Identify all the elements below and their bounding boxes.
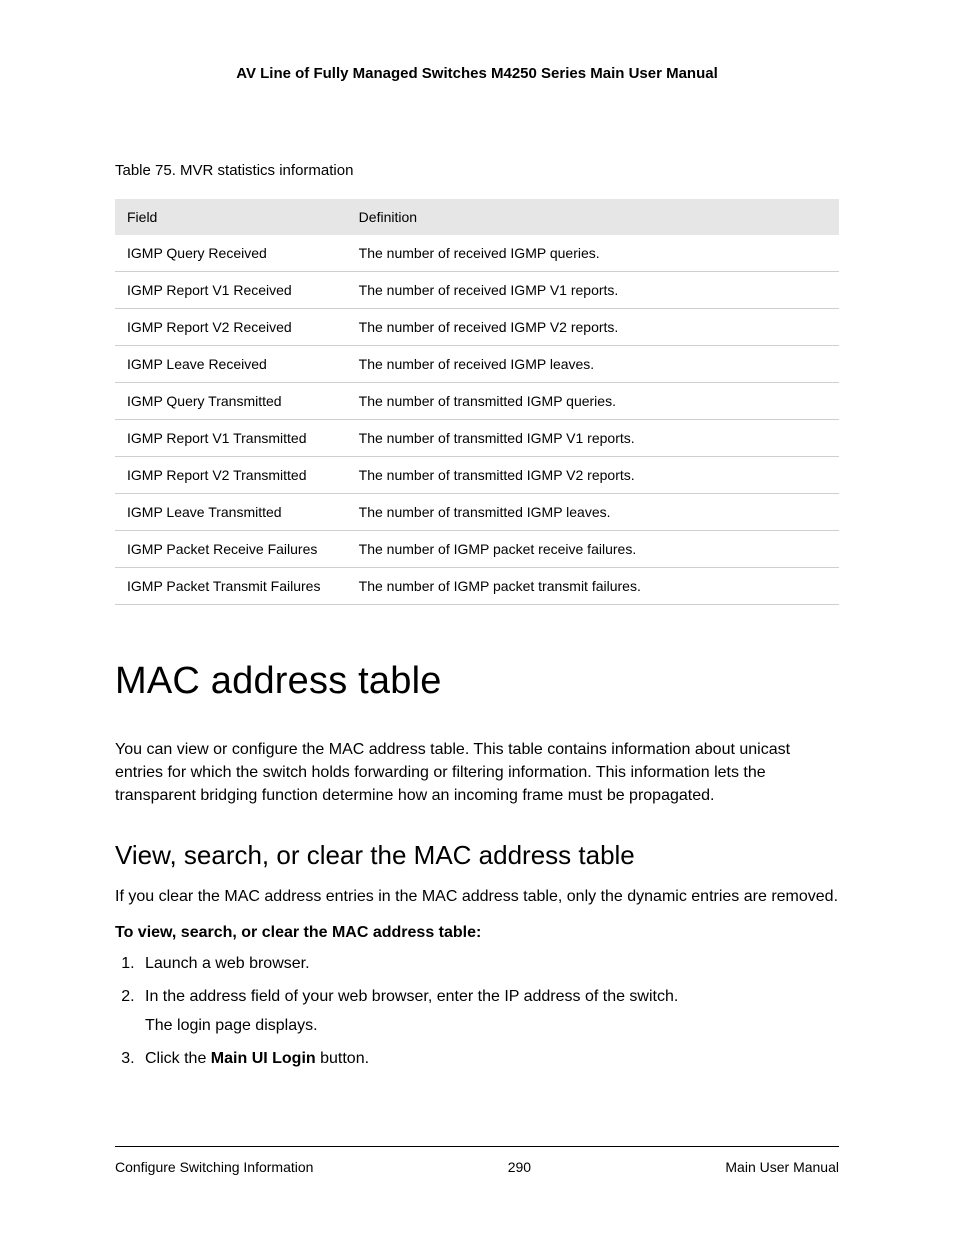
cell-definition: The number of received IGMP queries. [347,235,839,272]
cell-definition: The number of transmitted IGMP V2 report… [347,457,839,494]
table-row: IGMP Leave TransmittedThe number of tran… [115,494,839,531]
table-row: IGMP Report V2 TransmittedThe number of … [115,457,839,494]
step-3-post: button. [316,1050,369,1067]
section-heading: MAC address table [115,660,839,703]
cell-field: IGMP Report V1 Received [115,272,347,309]
table-row: IGMP Packet Transmit FailuresThe number … [115,568,839,605]
subsection-heading: View, search, or clear the MAC address t… [115,840,839,871]
page-footer: Configure Switching Information 290 Main… [115,1146,839,1175]
cell-definition: The number of IGMP packet receive failur… [347,531,839,568]
document-header: AV Line of Fully Managed Switches M4250 … [115,65,839,82]
table-row: IGMP Report V1 ReceivedThe number of rec… [115,272,839,309]
procedure-steps: Launch a web browser. In the address fie… [115,952,839,1071]
table-row: IGMP Report V2 ReceivedThe number of rec… [115,309,839,346]
cell-definition: The number of IGMP packet transmit failu… [347,568,839,605]
cell-definition: The number of received IGMP V1 reports. [347,272,839,309]
table-row: IGMP Query ReceivedThe number of receive… [115,235,839,272]
cell-field: IGMP Report V2 Received [115,309,347,346]
step-2-text: In the address field of your web browser… [145,988,678,1005]
mvr-statistics-table: Field Definition IGMP Query ReceivedThe … [115,199,839,605]
cell-field: IGMP Packet Receive Failures [115,531,347,568]
cell-definition: The number of received IGMP V2 reports. [347,309,839,346]
table-caption: Table 75. MVR statistics information [115,162,839,179]
step-1: Launch a web browser. [139,952,839,975]
step-3-bold: Main UI Login [211,1050,316,1067]
cell-definition: The number of transmitted IGMP V1 report… [347,420,839,457]
table-row: IGMP Leave ReceivedThe number of receive… [115,346,839,383]
section-intro: You can view or configure the MAC addres… [115,738,839,808]
cell-field: IGMP Query Received [115,235,347,272]
table-row: IGMP Report V1 TransmittedThe number of … [115,420,839,457]
cell-definition: The number of received IGMP leaves. [347,346,839,383]
procedure-title: To view, search, or clear the MAC addres… [115,924,839,942]
footer-right: Main User Manual [725,1159,839,1175]
table-header-row: Field Definition [115,199,839,235]
footer-page-number: 290 [508,1159,531,1175]
cell-field: IGMP Leave Transmitted [115,494,347,531]
cell-field: IGMP Report V2 Transmitted [115,457,347,494]
subsection-intro: If you clear the MAC address entries in … [115,885,839,908]
cell-field: IGMP Leave Received [115,346,347,383]
col-definition: Definition [347,199,839,235]
cell-field: IGMP Packet Transmit Failures [115,568,347,605]
table-row: IGMP Packet Receive FailuresThe number o… [115,531,839,568]
step-3: Click the Main UI Login button. [139,1047,839,1070]
footer-left: Configure Switching Information [115,1159,313,1175]
step-2-sub: The login page displays. [145,1014,839,1037]
cell-definition: The number of transmitted IGMP queries. [347,383,839,420]
col-field: Field [115,199,347,235]
cell-field: IGMP Report V1 Transmitted [115,420,347,457]
step-2: In the address field of your web browser… [139,985,839,1037]
cell-definition: The number of transmitted IGMP leaves. [347,494,839,531]
table-row: IGMP Query TransmittedThe number of tran… [115,383,839,420]
cell-field: IGMP Query Transmitted [115,383,347,420]
step-3-pre: Click the [145,1050,211,1067]
